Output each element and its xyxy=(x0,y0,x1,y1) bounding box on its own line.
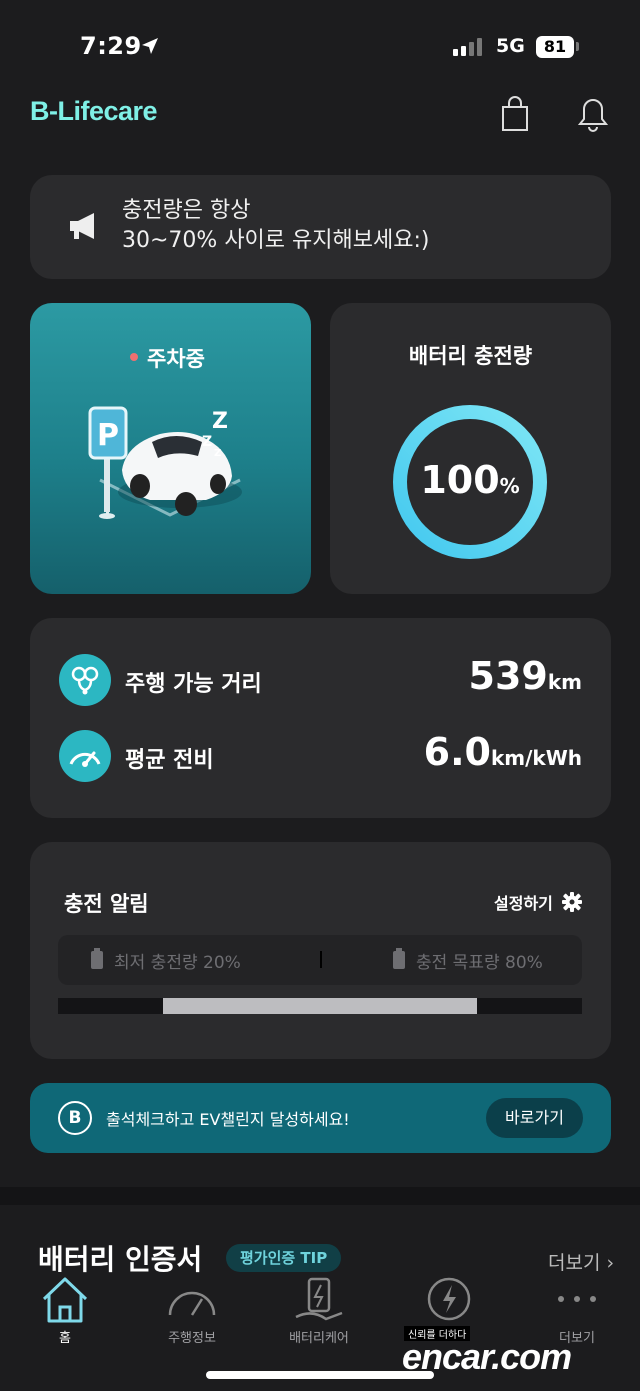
threshold-separator xyxy=(320,951,322,968)
battery-tip xyxy=(576,42,579,51)
battery-charge-title: 배터리 충전량 xyxy=(408,344,533,368)
parked-car-illustration: P Z Z Z xyxy=(88,406,242,519)
efficiency-label: 평균 전비 xyxy=(125,748,214,773)
notice-text: 충전량은 항상 30~70% 사이로 유지해보세요:) xyxy=(122,196,429,256)
driving-stats-card[interactable] xyxy=(30,618,611,818)
battery-percent: 100% xyxy=(390,458,550,502)
section-divider xyxy=(0,1187,640,1205)
min-charge-label: 최저 충전량 20% xyxy=(114,953,241,973)
home-icon[interactable] xyxy=(38,1275,92,1325)
range-label: 주행 가능 거리 xyxy=(125,672,262,697)
certificate-tip-badge[interactable]: 평가인증 TIP xyxy=(226,1244,342,1272)
certificate-more-link[interactable]: 더보기 › xyxy=(548,1248,614,1275)
app-logo: B-Lifecare xyxy=(30,96,158,126)
range-number: 539 xyxy=(468,654,548,698)
status-time: 7:29 xyxy=(80,32,142,60)
b-badge-icon: B xyxy=(58,1101,92,1135)
charge-range-fill xyxy=(162,998,478,1014)
battery-low-icon xyxy=(91,948,103,969)
bell-icon[interactable] xyxy=(577,96,609,132)
location-arrow-icon xyxy=(142,38,158,54)
gauge-icon xyxy=(59,730,111,782)
go-button[interactable]: 바로가기 xyxy=(486,1098,583,1138)
battery-percent-unit: % xyxy=(499,474,520,498)
gear-icon[interactable] xyxy=(561,891,583,913)
network-type: 5G xyxy=(496,35,525,57)
tab-home[interactable]: 홈 xyxy=(10,1327,120,1346)
battery-care-icon[interactable] xyxy=(292,1275,346,1325)
target-charge-label: 충전 목표량 80% xyxy=(416,953,543,973)
battery-certificate-title: 배터리 인증서 xyxy=(38,1243,203,1276)
efficiency-number: 6.0 xyxy=(423,730,491,774)
range-value: 539km xyxy=(380,654,582,698)
signal-icon xyxy=(453,38,482,56)
tab-driving-info[interactable]: 주행정보 xyxy=(137,1327,247,1346)
route-icon xyxy=(59,654,111,706)
efficiency-unit: km/kWh xyxy=(490,746,582,770)
battery-percent-value: 100 xyxy=(420,458,500,502)
home-indicator[interactable] xyxy=(206,1371,434,1379)
notice-line-1: 충전량은 항상 xyxy=(122,198,251,223)
shopping-bag-icon[interactable] xyxy=(499,96,531,132)
tab-battery-care[interactable]: 배터리케어 xyxy=(264,1327,374,1346)
battery-level: 81 xyxy=(536,36,574,58)
range-unit: km xyxy=(547,670,582,694)
more-icon[interactable] xyxy=(550,1275,604,1325)
svg-text:Z: Z xyxy=(214,448,221,459)
speedometer-icon[interactable] xyxy=(165,1275,219,1325)
megaphone-icon xyxy=(70,213,94,239)
parking-status-label: 주차중 xyxy=(147,347,205,371)
charge-settings-label: 설정하기 xyxy=(494,894,553,913)
status-dot xyxy=(130,353,138,361)
battery-target-icon xyxy=(393,948,405,969)
banner-text: 출석체크하고 EV챌린지 달성하세요! xyxy=(106,1110,350,1129)
notice-line-2: 30~70% 사이로 유지해보세요:) xyxy=(122,228,430,253)
efficiency-value: 6.0km/kWh xyxy=(360,730,582,774)
charge-icon[interactable] xyxy=(422,1275,476,1325)
svg-text:P: P xyxy=(97,418,119,453)
svg-text:Z: Z xyxy=(212,409,228,434)
charge-settings-button[interactable]: 설정하기 xyxy=(494,890,553,914)
charge-alert-title: 충전 알림 xyxy=(64,892,149,916)
svg-text:Z: Z xyxy=(202,434,212,450)
